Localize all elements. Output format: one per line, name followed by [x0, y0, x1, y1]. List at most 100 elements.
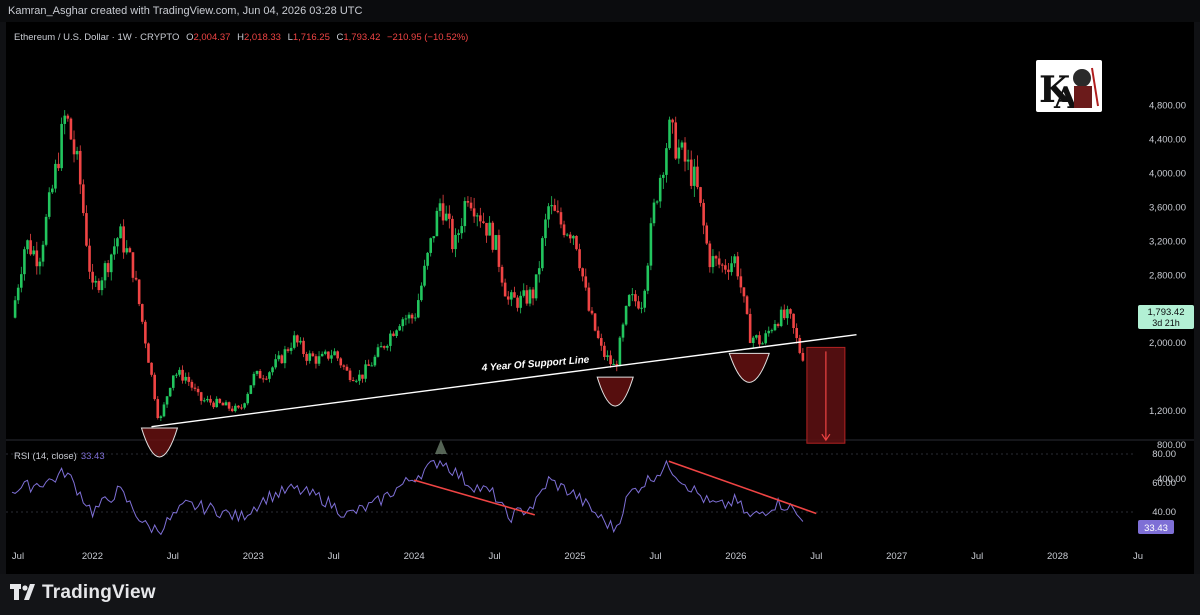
candle-body — [165, 396, 169, 405]
chart-panel[interactable]: Ethereum / U.S. Dollar · 1W · CRYPTO O2,… — [6, 22, 1194, 574]
candle-body — [742, 287, 746, 297]
candle-body — [758, 335, 761, 345]
candle-body — [382, 346, 386, 348]
candle-body — [137, 279, 141, 305]
candle-body — [181, 369, 184, 381]
candle-body — [125, 248, 129, 253]
candle-body — [596, 330, 600, 339]
candle-body — [140, 304, 144, 322]
candle-body — [522, 290, 526, 296]
candle-body — [693, 166, 696, 186]
candle-body — [494, 235, 498, 250]
candle-body — [128, 248, 132, 253]
candle-body — [435, 210, 439, 237]
candle-body — [792, 313, 795, 329]
candle-body — [277, 355, 281, 360]
candle-body — [696, 166, 699, 188]
candle-body — [733, 256, 736, 264]
candle-body — [187, 376, 191, 382]
candle-body — [218, 398, 222, 403]
candle-body — [407, 314, 411, 319]
candle-body — [271, 367, 274, 373]
price-tick-label: 4,400.00 — [1149, 135, 1186, 146]
candle-body — [265, 378, 268, 380]
support-bounce-highlight — [140, 427, 179, 458]
chart-svg[interactable]: Ethereum / U.S. Dollar · 1W · CRYPTO O2,… — [6, 22, 1194, 574]
candle-body — [786, 309, 789, 319]
candle-body — [23, 249, 26, 275]
candle-body — [485, 222, 488, 236]
candle-body — [779, 309, 783, 327]
time-tick-label: 2025 — [564, 551, 585, 562]
candle-body — [761, 343, 764, 345]
candle-body — [748, 313, 752, 343]
candle-body — [789, 309, 792, 314]
candle-body — [404, 318, 408, 320]
current-price-tag: 1,793.42 3d 21h — [1138, 305, 1194, 329]
candle-body — [246, 393, 250, 404]
candle-body — [618, 337, 622, 367]
time-tick-label: 2024 — [404, 551, 425, 562]
candle-body — [199, 392, 203, 401]
candle-body — [603, 345, 606, 357]
candle-body — [193, 387, 197, 389]
candle-body — [398, 326, 401, 331]
time-tick-label: Jul — [971, 551, 983, 562]
candle-body — [795, 328, 798, 339]
candle-body — [649, 223, 653, 266]
support-bounce-highlight — [596, 376, 634, 407]
candle-body — [553, 205, 557, 211]
candle-body — [147, 343, 150, 363]
candle-body — [565, 234, 569, 236]
candle-body — [336, 351, 339, 359]
candle-body — [339, 358, 343, 366]
candle-body — [94, 280, 98, 283]
candle-body — [348, 370, 352, 381]
candle-body — [516, 297, 519, 308]
candle-body — [702, 202, 705, 226]
candle-body — [708, 243, 712, 268]
candle-body — [491, 222, 495, 250]
candle-body — [584, 276, 588, 288]
candle-body — [630, 294, 634, 296]
price-tick-label: 4,800.00 — [1149, 101, 1186, 112]
tradingview-logo[interactable]: TradingView — [10, 582, 156, 604]
candle-body — [463, 201, 467, 227]
candle-body — [299, 340, 302, 343]
candle-body — [221, 402, 225, 406]
candle-body — [587, 287, 591, 311]
candle-body — [153, 374, 156, 400]
time-axis: Jul 2022 Jul 2023 Jul 2024 Jul 2025 Jul 2026 Jul 20… — [12, 551, 1143, 562]
candle-body — [373, 356, 377, 366]
candle-body — [144, 321, 147, 344]
rsi-overbought-fill — [434, 439, 447, 454]
time-tick-label: Jul — [167, 551, 179, 562]
candle-body — [234, 405, 237, 412]
candle-body — [773, 324, 777, 331]
candle-body — [314, 356, 318, 364]
candle-body — [190, 381, 194, 388]
candle-body — [311, 353, 315, 357]
candle-body — [444, 213, 448, 221]
candle-body — [745, 296, 749, 314]
candle-body — [506, 296, 510, 300]
candle-body — [420, 285, 423, 301]
price-tag-value: 1,793.42 — [1148, 307, 1185, 318]
candle-body — [454, 234, 457, 250]
candle-body — [547, 206, 550, 220]
candle-body — [658, 177, 662, 202]
candle-body — [401, 319, 405, 327]
rsi-tag-value: 33.43 — [1144, 523, 1168, 534]
candle-body — [106, 263, 110, 273]
candle-body — [451, 218, 454, 250]
candle-body — [252, 373, 256, 386]
candle-body — [196, 388, 200, 393]
candle-body — [100, 280, 104, 291]
candle-body — [156, 399, 160, 418]
candle-body — [122, 226, 125, 253]
candle-body — [711, 256, 715, 268]
candle-body — [249, 385, 253, 394]
price-tick-label: 3,200.00 — [1149, 236, 1186, 247]
candle-body — [525, 290, 529, 304]
candle-body — [109, 254, 113, 273]
